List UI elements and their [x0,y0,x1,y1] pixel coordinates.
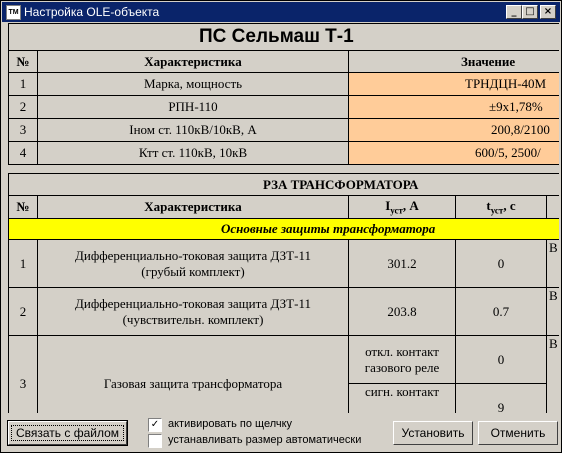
window-title: Настройка OLE-объекта [24,5,160,19]
subsection-title: Основные защиты трансформатора [7,218,559,240]
rza-subrow-tust: 9 [455,383,547,413]
row-value: ±9х1,78% [347,95,559,119]
rza-subrow-tust: 0 [455,335,547,384]
spreadsheet-table: ПС Сельмаш Т-1 № Характеристика Значение… [7,23,559,165]
rza-subrow-label: сигн. контакт [348,383,456,413]
rza-row-tust: 0 [455,239,547,288]
rza-row-iust: 203.8 [348,287,456,336]
row-num: 2 [8,95,38,119]
activate-on-click-label: активировать по щелчку [168,418,293,430]
rza-row-extra: В [545,239,559,288]
autosize-label: устанавливать размер автоматически [168,434,362,446]
ole-settings-window: TM Настройка OLE-объекта _ □ × ПС Сельма… [0,0,562,453]
row-num: 3 [8,118,38,142]
rza-row-characteristic: Газовая защита трансформатора [37,335,349,413]
minimize-button[interactable]: _ [506,5,522,19]
rza-header-extra [545,195,559,219]
rza-row-num: 2 [8,287,38,336]
title-bar[interactable]: TM Настройка OLE-объекта _ □ × [2,2,560,22]
rza-header-characteristic: Характеристика [37,195,349,219]
row-characteristic: Iном ст. 110кВ/10кВ, А [37,118,349,142]
rza-header-iust: Iуст, А [348,195,456,219]
rza-row-num: 1 [8,239,38,288]
header-value: Значение [347,50,559,73]
ole-preview-area: ПС Сельмаш Т-1 № Характеристика Значение… [5,23,559,413]
row-num: 4 [8,141,38,165]
dialog-footer: Связать с файлом ✓ активировать по щелчк… [1,413,561,453]
rza-subrow-label: откл. контакт газового реле [348,335,456,384]
rza-row-num: 3 [8,335,38,413]
sheet-title: ПС Сельмаш Т-1 [7,23,559,51]
header-num: № [8,50,38,73]
row-characteristic: РПН-110 [37,95,349,119]
rza-header-num: № [8,195,38,219]
header-characteristic: Характеристика [37,50,349,73]
link-file-button[interactable]: Связать с файлом [7,420,128,446]
row-value: ТРНДЦН-40М [347,72,559,96]
row-characteristic: Ктт ст. 110кВ, 10кВ [37,141,349,165]
maximize-button[interactable]: □ [522,5,538,19]
rza-row-extra: В [545,335,559,413]
close-button[interactable]: × [540,5,556,19]
rza-row-iust: 301.2 [348,239,456,288]
autosize-checkbox[interactable] [148,434,162,448]
rza-table: РЗА ТРАНСФОРМАТОРА № Характеристика Iуст… [7,173,559,413]
row-num: 1 [8,72,38,96]
activate-on-click-checkbox[interactable]: ✓ [148,418,162,432]
rza-row-characteristic: Дифференциально-токовая защита ДЗТ-11 (чу… [37,287,349,336]
rza-row-tust: 0.7 [455,287,547,336]
app-icon: TM [6,5,21,20]
row-value: 600/5, 2500/ [347,141,559,165]
section-title: РЗА ТРАНСФОРМАТОРА [7,173,559,196]
rza-row-characteristic: Дифференциально-токовая защита ДЗТ-11 (гр… [37,239,349,288]
row-value: 200,8/2100 [347,118,559,142]
row-characteristic: Марка, мощность [37,72,349,96]
rza-row-extra: В [545,287,559,336]
cancel-button[interactable]: Отменить [478,421,558,445]
install-button[interactable]: Установить [393,421,473,445]
rza-header-tust: tуст, с [455,195,547,219]
